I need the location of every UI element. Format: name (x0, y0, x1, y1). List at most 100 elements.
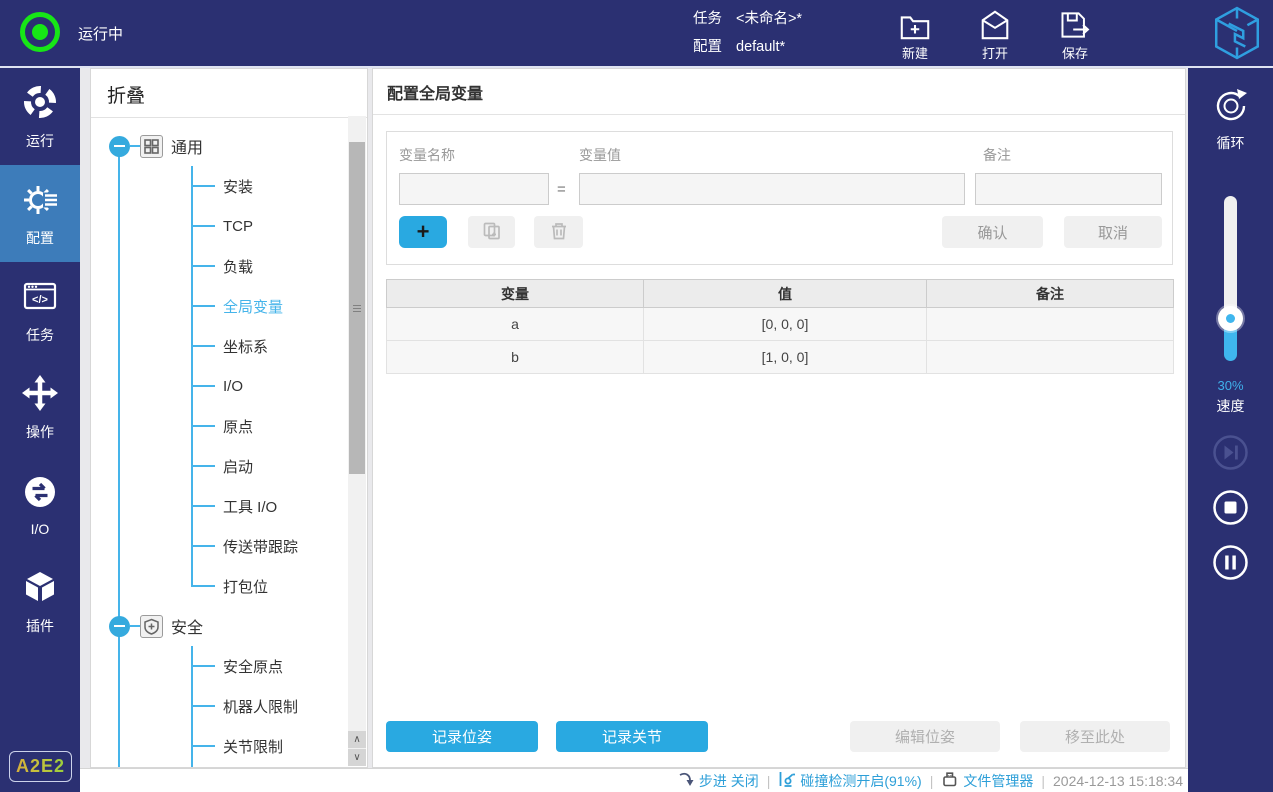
tree-item-safe-origin[interactable]: 安全原点 (193, 646, 367, 686)
save-icon (1044, 8, 1106, 42)
save-button[interactable]: 保存 (1044, 8, 1106, 62)
grid-icon (140, 135, 163, 158)
page-title: 配置全局变量 (373, 69, 1185, 115)
tree-item-robot-limits[interactable]: 机器人限制 (193, 686, 367, 726)
robot-model-badge: A2E2 (9, 751, 72, 782)
usb-drive-icon (941, 771, 959, 790)
tree-group-general[interactable]: 通用 (91, 126, 367, 166)
table-row[interactable]: b [1, 0, 0] (387, 341, 1174, 374)
copy-variable-button[interactable] (468, 216, 515, 248)
table-row[interactable]: a [0, 0, 0] (387, 308, 1174, 341)
variables-table: 变量 值 备注 a [0, 0, 0] b [1, 0, 0] (386, 279, 1174, 374)
new-file-icon (884, 8, 946, 42)
run-status-label: 运行中 (78, 23, 123, 44)
speed-percent: 30% (1188, 378, 1273, 393)
collapse-toggle-icon[interactable] (109, 136, 130, 157)
file-manager-link[interactable]: 文件管理器 (941, 771, 1033, 791)
table-header-row: 变量 值 备注 (387, 280, 1174, 308)
move-arrows-icon (21, 374, 59, 417)
cancel-button[interactable]: 取消 (1064, 216, 1162, 248)
confirm-button[interactable]: 确认 (942, 216, 1043, 248)
tree-scrollbar[interactable]: ∧ ∨ (348, 116, 366, 766)
brand-logo-icon (1213, 6, 1261, 65)
action-bar: 记录位姿 记录关节 编辑位姿 移至此处 (386, 721, 1170, 752)
run-icon (21, 83, 59, 126)
copy-icon (482, 221, 502, 244)
tree-item-install[interactable]: 安装 (193, 166, 367, 206)
io-swap-icon (21, 473, 59, 516)
status-bar: 步进 关闭 | 碰撞检测开启(91%) | 文件管理器 | 2024-12-13… (80, 768, 1188, 792)
collapse-toggle-icon[interactable] (109, 616, 130, 637)
nav-item-config[interactable]: 配置 (0, 165, 80, 262)
cube-icon (21, 568, 59, 611)
move-here-button[interactable]: 移至此处 (1020, 721, 1170, 752)
new-button[interactable]: 新建 (884, 8, 946, 62)
stop-button[interactable] (1212, 489, 1249, 526)
config-tree-panel: 折叠 通用 安装 TCP 负载 全局变量 坐标系 I/O 原点 启 (90, 68, 368, 768)
tree-item-io[interactable]: I/O (193, 366, 367, 406)
remark-label: 备注 (983, 145, 1011, 165)
name-label: 变量名称 (399, 145, 455, 165)
tree-item-global-vars[interactable]: 全局变量 (193, 286, 367, 326)
right-control-rail: 循环 30% 速度 (1188, 68, 1273, 792)
delete-variable-button[interactable] (534, 216, 583, 248)
tree-scrollbar-thumb[interactable] (349, 142, 365, 474)
speed-slider[interactable] (1224, 196, 1237, 356)
nav-item-run[interactable]: 运行 (0, 68, 80, 165)
speed-label: 速度 (1188, 396, 1273, 416)
tree-item-startup[interactable]: 启动 (193, 446, 367, 486)
open-file-icon (964, 8, 1026, 42)
loop-button[interactable]: 循环 (1188, 86, 1273, 153)
nav-item-task[interactable]: </> 任务 (0, 262, 80, 359)
task-value: <未命名>* (736, 11, 802, 27)
trash-icon (549, 221, 569, 244)
record-joint-button[interactable]: 记录关节 (556, 721, 708, 752)
tree-item-pack-pos[interactable]: 打包位 (193, 566, 367, 606)
top-bar: 运行中 任务<未命名>* 配置default* 新建 打开 保存 (0, 0, 1273, 68)
task-label: 任务 (693, 5, 722, 33)
open-button[interactable]: 打开 (964, 8, 1026, 62)
shield-icon (140, 615, 163, 638)
variable-name-input[interactable] (399, 173, 549, 205)
config-tree: 通用 安装 TCP 负载 全局变量 坐标系 I/O 原点 启动 工具 I/O 传… (91, 118, 367, 768)
col-remark: 备注 (927, 280, 1174, 308)
equals-sign: = (557, 181, 566, 198)
col-variable: 变量 (387, 280, 644, 308)
workspace: 折叠 通用 安装 TCP 负载 全局变量 坐标系 I/O 原点 启 (80, 68, 1188, 768)
tree-item-tool-io[interactable]: 工具 I/O (193, 486, 367, 526)
value-label: 变量值 (579, 145, 621, 165)
pause-button[interactable] (1212, 544, 1249, 581)
scroll-up-icon[interactable]: ∧ (348, 731, 366, 748)
task-config-info: 任务<未命名>* 配置default* (693, 5, 802, 61)
tree-item-conveyor[interactable]: 传送带跟踪 (193, 526, 367, 566)
tree-item-joint-limits[interactable]: 关节限制 (193, 726, 367, 766)
speed-slider-thumb[interactable] (1218, 306, 1243, 331)
tree-group-safety[interactable]: 安全 (91, 606, 367, 646)
add-variable-button[interactable]: + (399, 216, 447, 248)
nav-item-io[interactable]: I/O (0, 456, 80, 553)
tree-item-payload[interactable]: 负载 (193, 246, 367, 286)
edit-pose-button[interactable]: 编辑位姿 (850, 721, 1000, 752)
collapse-all-button[interactable]: 折叠 (91, 69, 367, 118)
scroll-down-icon[interactable]: ∨ (348, 749, 366, 766)
system-timestamp: 2024-12-13 15:18:34 (1053, 773, 1183, 789)
config-value: default* (736, 39, 785, 55)
nav-item-operate[interactable]: 操作 (0, 359, 80, 456)
gear-icon (21, 180, 59, 223)
step-forward-button[interactable] (1212, 434, 1249, 471)
record-pose-button[interactable]: 记录位姿 (386, 721, 538, 752)
tree-item-coords[interactable]: 坐标系 (193, 326, 367, 366)
collision-detection-status[interactable]: 碰撞检测开启(91%) (778, 771, 921, 791)
step-mode-status[interactable]: 步进 关闭 (677, 771, 759, 791)
tree-item-tcp[interactable]: TCP (193, 206, 367, 246)
tree-item-origin[interactable]: 原点 (193, 406, 367, 446)
tree-trunk-line (118, 146, 120, 768)
step-arrow-icon (677, 771, 695, 790)
left-nav-rail: 运行 配置 </> 任务 操作 I/O 插件 A2E2 (0, 68, 80, 792)
nav-item-plugin[interactable]: 插件 (0, 553, 80, 650)
variable-value-input[interactable] (579, 173, 965, 205)
svg-text:</>: </> (32, 294, 48, 306)
col-value: 值 (644, 280, 927, 308)
global-vars-panel: 配置全局变量 变量名称 变量值 备注 = + 确认 取消 变量 (372, 68, 1186, 768)
remark-input[interactable] (975, 173, 1162, 205)
